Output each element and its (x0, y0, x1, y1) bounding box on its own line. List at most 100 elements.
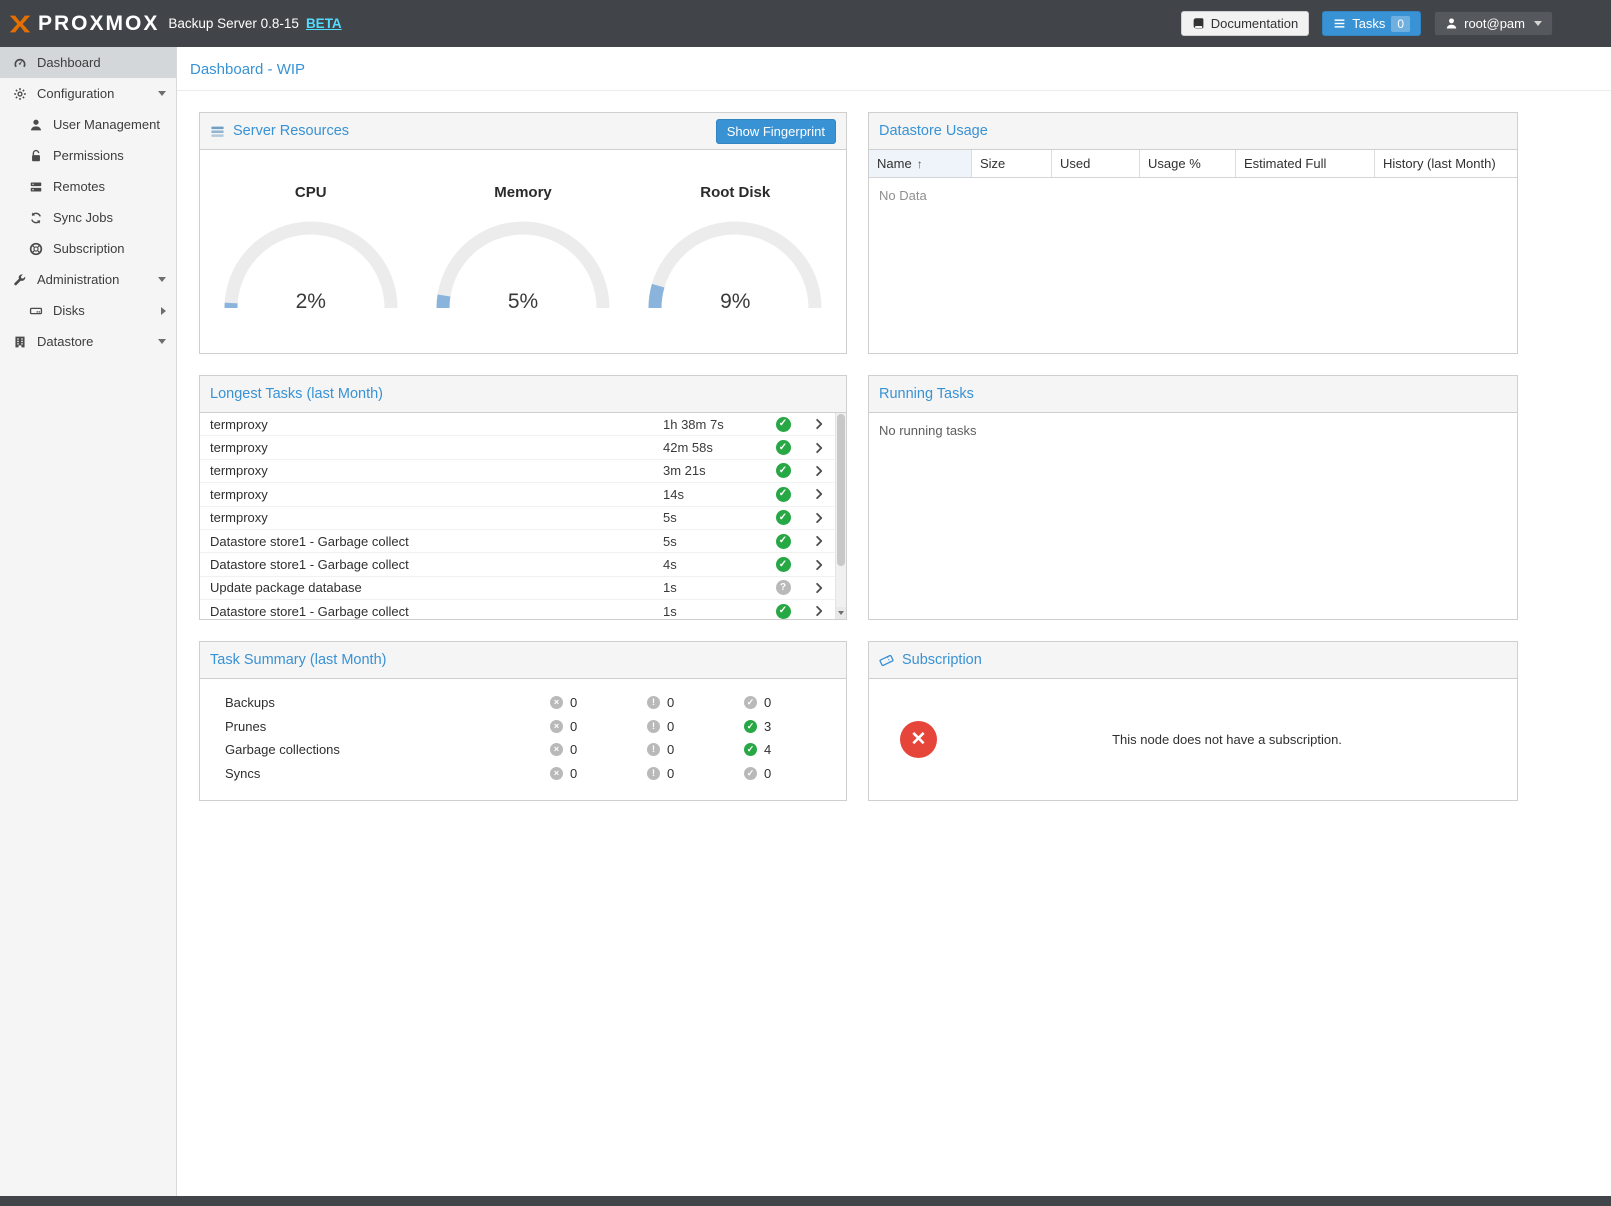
no-running-tasks-text: No running tasks (869, 413, 1517, 448)
task-row[interactable]: Datastore store1 - Garbage collect4s✓ (200, 553, 835, 576)
column-header-usage[interactable]: Usage % (1140, 150, 1236, 177)
remotes-icon (28, 180, 43, 194)
chevron-down-icon (158, 91, 166, 96)
warning-icon: ! (647, 743, 660, 756)
chevron-right-icon[interactable] (803, 488, 835, 500)
task-summary-body: Backups×0!0✓0Prunes×0!0✓3Garbage collect… (200, 679, 846, 800)
status-ok-icon: ✓ (776, 604, 791, 619)
task-row[interactable]: Update package database1s? (200, 577, 835, 600)
task-status: ✓ (763, 487, 803, 502)
summary-ok-cell: ✓4 (744, 742, 841, 757)
chevron-right-icon[interactable] (803, 442, 835, 454)
product-version: Backup Server 0.8-15 (168, 16, 299, 31)
task-name: Datastore store1 - Garbage collect (210, 557, 663, 572)
status-ok-icon: ✓ (776, 510, 791, 525)
chevron-right-icon[interactable] (803, 535, 835, 547)
warning-icon: ! (647, 767, 660, 780)
gauge-value: 5% (433, 290, 613, 314)
column-header-used[interactable]: Used (1052, 150, 1140, 177)
sidebar-item-permissions[interactable]: Permissions (0, 140, 176, 171)
user-menu-button[interactable]: root@pam (1434, 11, 1553, 36)
ok-count: 3 (764, 719, 771, 734)
chevron-right-icon[interactable] (803, 418, 835, 430)
panel-title: Longest Tasks (last Month) (210, 386, 383, 402)
summary-warning-cell: !0 (647, 719, 744, 734)
task-row[interactable]: termproxy14s✓ (200, 483, 835, 506)
column-header-estimated-full[interactable]: Estimated Full (1236, 150, 1375, 177)
sidebar-item-user-management[interactable]: User Management (0, 109, 176, 140)
sidebar-item-label: Subscription (53, 241, 125, 256)
task-row[interactable]: termproxy1h 38m 7s✓ (200, 413, 835, 436)
task-row[interactable]: termproxy3m 21s✓ (200, 460, 835, 483)
gauge-root-disk: Root Disk9% (634, 184, 837, 353)
task-duration: 5s (663, 534, 763, 549)
task-row[interactable]: Datastore store1 - Garbage collect5s✓ (200, 530, 835, 553)
topbar: PROXMOX Backup Server 0.8-15 BETA Docume… (0, 0, 1611, 47)
no-subscription-icon: ✕ (900, 721, 937, 758)
chevron-right-icon[interactable] (803, 605, 835, 617)
server-resources-header: Server Resources Show Fingerprint (200, 113, 846, 150)
tasks-button[interactable]: Tasks 0 (1322, 11, 1421, 36)
sidebar-item-label: Administration (37, 272, 119, 287)
sidebar: DashboardConfigurationUser ManagementPer… (0, 47, 177, 1196)
column-header-history-last-month[interactable]: History (last Month) (1375, 150, 1517, 177)
sidebar-item-subscription[interactable]: Subscription (0, 233, 176, 264)
sidebar-item-disks[interactable]: Disks (0, 295, 176, 326)
bottom-bar (0, 1196, 1611, 1206)
task-row[interactable]: termproxy42m 58s✓ (200, 436, 835, 459)
running-tasks-body: No running tasks (869, 413, 1517, 619)
summary-ok-cell: ✓0 (744, 695, 841, 710)
error-icon: × (550, 720, 563, 733)
chevron-right-icon[interactable] (803, 465, 835, 477)
summary-warning-cell: !0 (647, 695, 744, 710)
tasks-count-badge: 0 (1391, 16, 1410, 32)
sidebar-item-datastore[interactable]: Datastore (0, 326, 176, 357)
proxmox-logo: PROXMOX (8, 12, 159, 36)
task-duration: 1h 38m 7s (663, 417, 763, 432)
show-fingerprint-button[interactable]: Show Fingerprint (716, 119, 836, 144)
sidebar-item-remotes[interactable]: Remotes (0, 171, 176, 202)
task-status: ? (763, 580, 803, 595)
sidebar-item-administration[interactable]: Administration (0, 264, 176, 295)
status-ok-icon: ✓ (776, 417, 791, 432)
task-status: ✓ (763, 510, 803, 525)
documentation-button[interactable]: Documentation (1181, 11, 1309, 36)
column-label: Size (980, 156, 1005, 171)
warning-count: 0 (667, 719, 674, 734)
task-summary-label: Backups (200, 695, 550, 710)
beta-link[interactable]: BETA (306, 16, 342, 31)
summary-warning-cell: !0 (647, 742, 744, 757)
sidebar-item-sync-jobs[interactable]: Sync Jobs (0, 202, 176, 233)
task-summary-row-syncs: Syncs×0!0✓0 (200, 762, 846, 786)
status-ok-icon: ✓ (776, 534, 791, 549)
vertical-scrollbar[interactable] (835, 413, 846, 619)
chevron-right-icon[interactable] (803, 559, 835, 571)
chevron-right-icon[interactable] (803, 582, 835, 594)
wrench-icon (12, 273, 27, 287)
column-header-size[interactable]: Size (972, 150, 1052, 177)
summary-error-cell: ×0 (550, 742, 647, 757)
column-header-name[interactable]: Name↑ (869, 150, 972, 177)
ticket-icon (879, 653, 894, 668)
task-row[interactable]: Datastore store1 - Garbage collect1s✓ (200, 600, 835, 619)
chevron-down-icon (158, 339, 166, 344)
scrollbar-down-button[interactable] (836, 607, 846, 619)
task-summary-panel: Task Summary (last Month) Backups×0!0✓0P… (199, 641, 847, 801)
warning-icon: ! (647, 720, 660, 733)
sidebar-item-dashboard[interactable]: Dashboard (0, 47, 176, 78)
column-label: Usage % (1148, 156, 1201, 171)
task-summary-label: Garbage collections (200, 742, 550, 757)
chevron-right-icon[interactable] (803, 512, 835, 524)
error-count: 0 (570, 719, 577, 734)
gauge-cpu: CPU2% (209, 184, 412, 353)
task-row[interactable]: termproxy5s✓ (200, 507, 835, 530)
running-tasks-header: Running Tasks (869, 376, 1517, 413)
gauge-value: 9% (645, 290, 825, 314)
brand-text: PROXMOX (38, 12, 159, 36)
scrollbar-thumb[interactable] (837, 414, 845, 566)
sidebar-item-configuration[interactable]: Configuration (0, 78, 176, 109)
lifering-icon (28, 242, 43, 256)
task-name: Datastore store1 - Garbage collect (210, 604, 663, 619)
summary-error-cell: ×0 (550, 695, 647, 710)
task-status: ✓ (763, 557, 803, 572)
